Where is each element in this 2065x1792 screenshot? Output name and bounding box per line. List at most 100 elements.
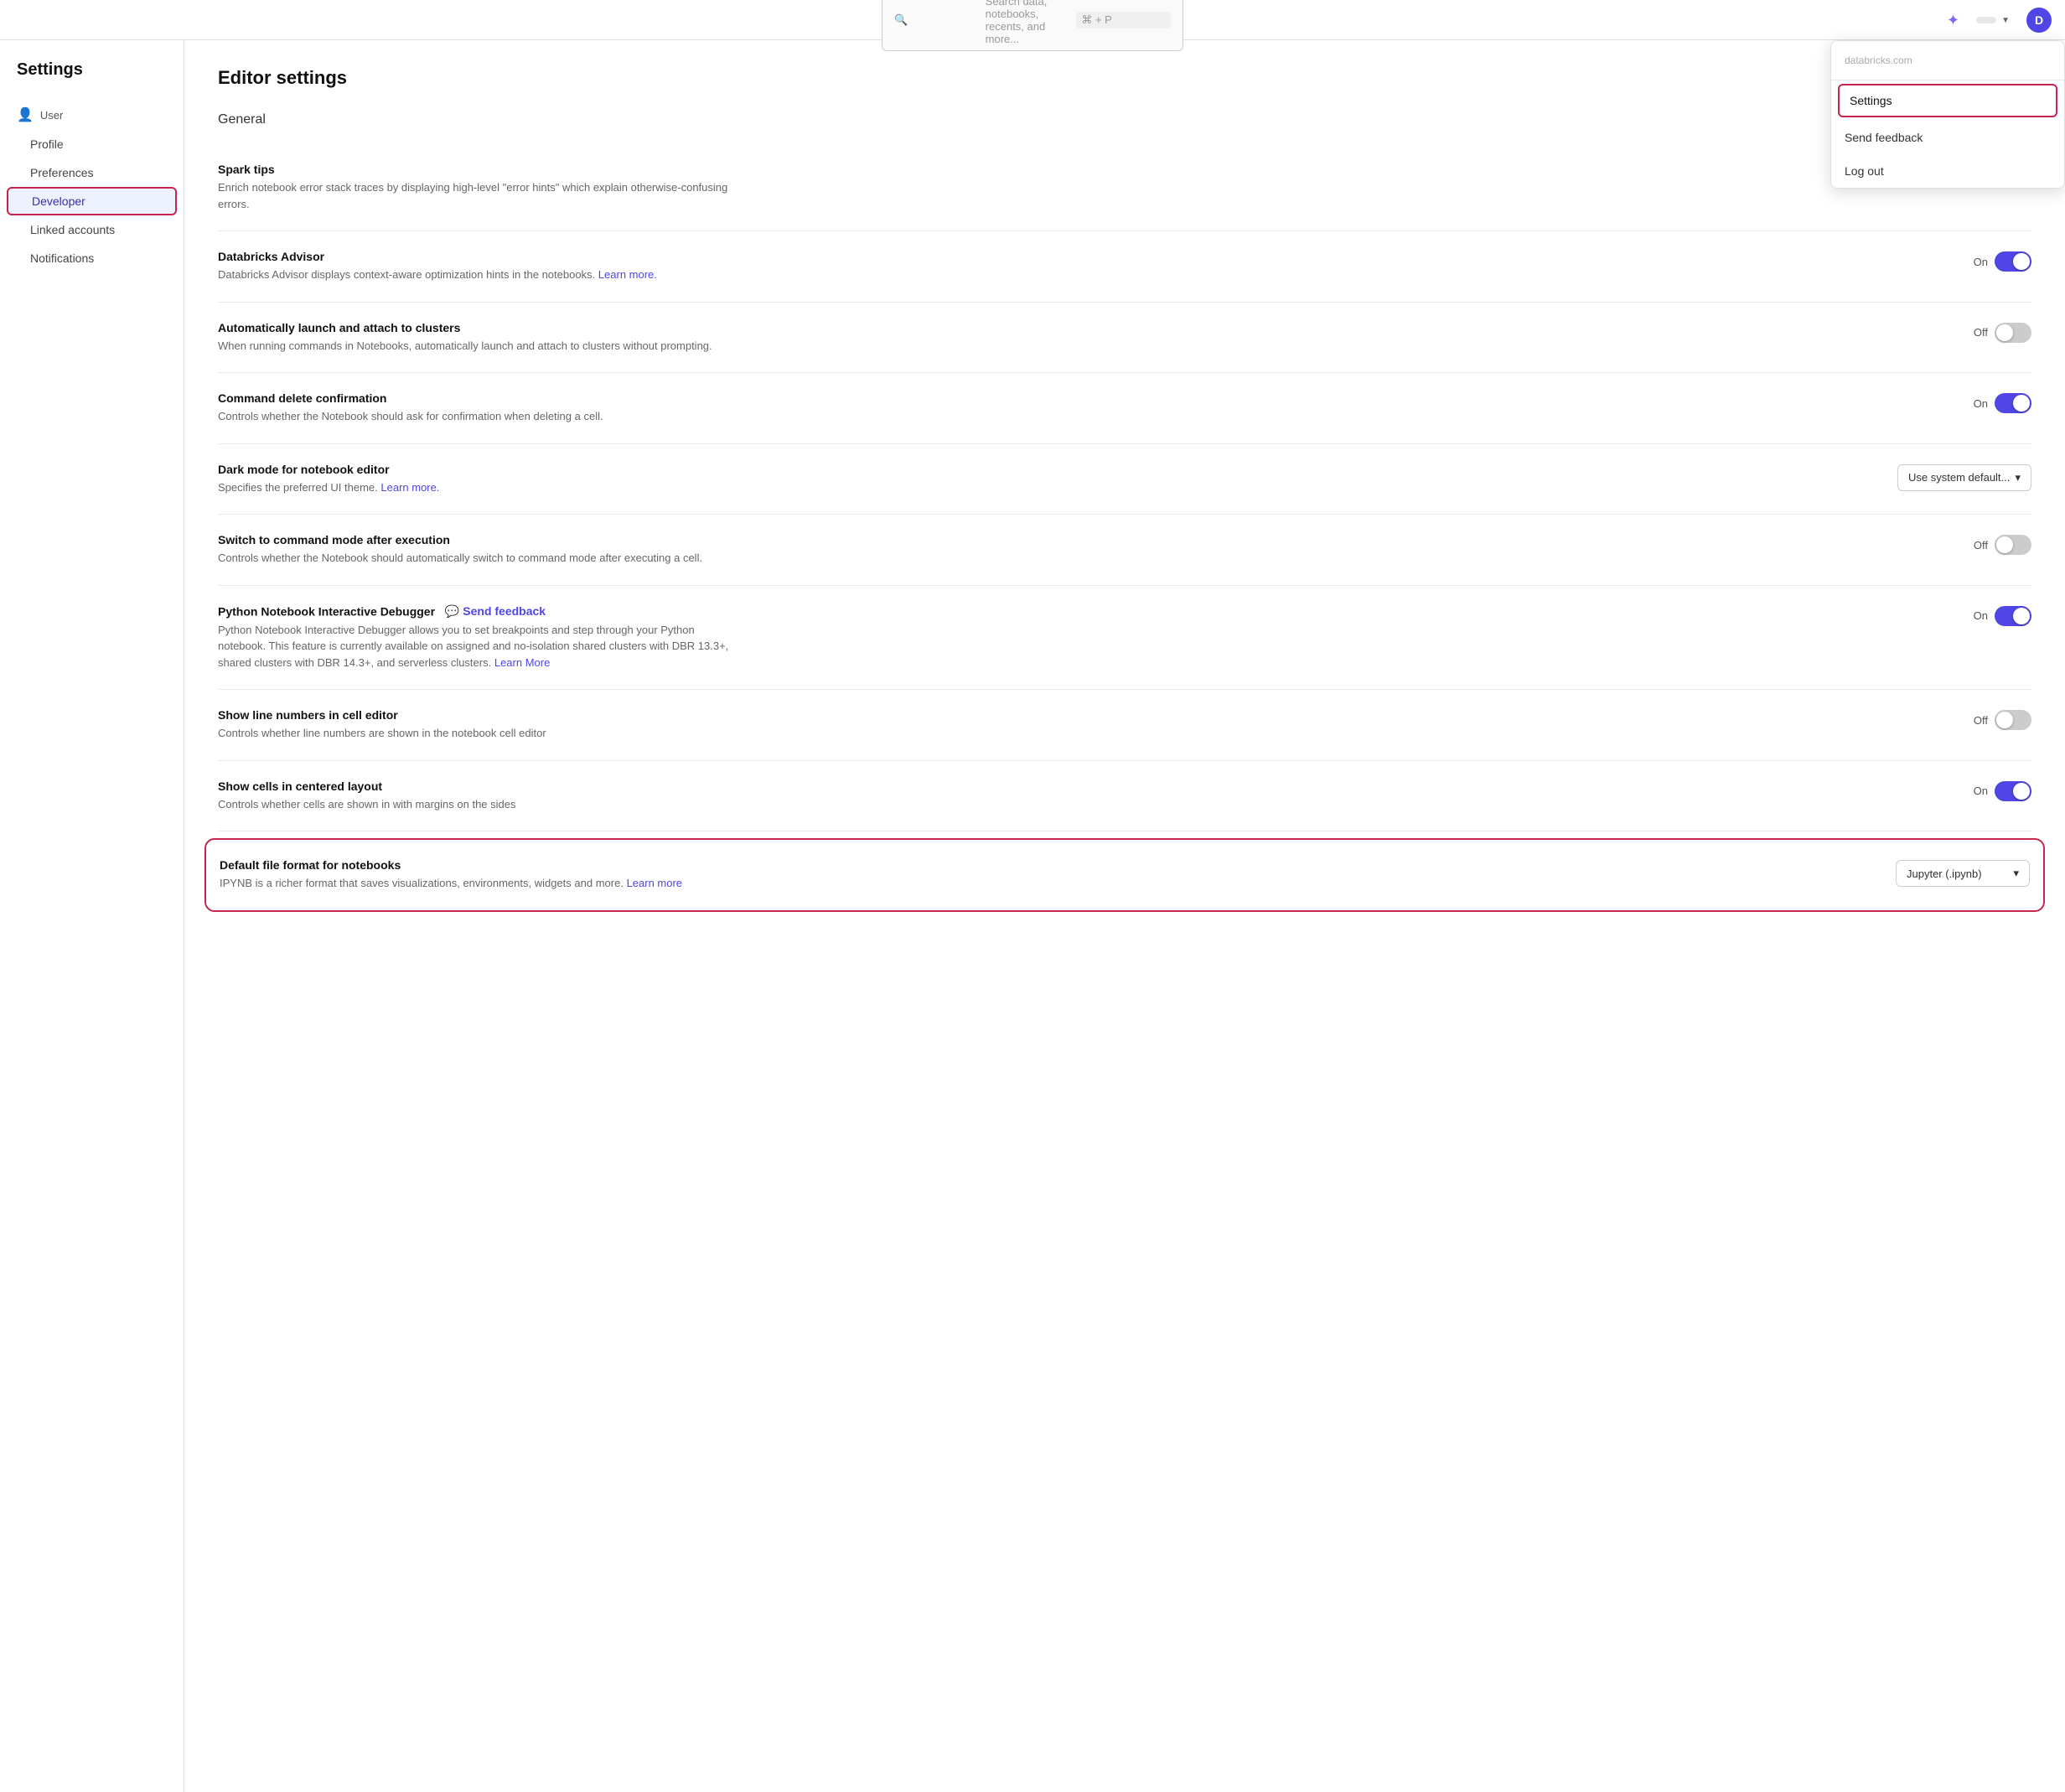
learn-more-link-advisor[interactable]: Learn more. bbox=[598, 268, 657, 281]
page-title: Editor settings bbox=[218, 67, 2031, 89]
settings-control-default-file-format: Jupyter (.ipynb) ▾ bbox=[1896, 858, 2030, 887]
settings-control-python-debugger: On bbox=[1974, 604, 2031, 626]
settings-label-line-numbers: Show line numbers in cell editor bbox=[218, 708, 738, 722]
dropdown-user-email: databricks.com bbox=[1845, 54, 2051, 66]
main-content: Editor settings General Spark tips Enric… bbox=[184, 40, 2065, 1792]
dropdown-user-section: databricks.com bbox=[1831, 41, 2064, 80]
search-icon: 🔍 bbox=[894, 13, 979, 27]
settings-desc-auto-launch: When running commands in Notebooks, auto… bbox=[218, 338, 738, 355]
settings-control-auto-launch: Off bbox=[1974, 321, 2031, 343]
user-name bbox=[1976, 17, 1996, 23]
file-format-select[interactable]: Jupyter (.ipynb) ▾ bbox=[1896, 860, 2030, 887]
dropdown-item-settings[interactable]: Settings bbox=[1838, 84, 2057, 117]
settings-row-default-file-format: Default file format for notebooks IPYNB … bbox=[204, 838, 2045, 912]
dark-mode-select[interactable]: Use system default... ▾ bbox=[1897, 464, 2031, 491]
section-title: General bbox=[218, 112, 2031, 127]
settings-control-centered-layout: On bbox=[1974, 779, 2031, 801]
toggle-switch-cmd[interactable] bbox=[1995, 535, 2031, 555]
settings-row-databricks-advisor: Databricks Advisor Databricks Advisor di… bbox=[218, 231, 2031, 303]
settings-label-databricks-advisor: Databricks Advisor bbox=[218, 250, 738, 263]
sidebar-user-row: 👤 User bbox=[0, 100, 184, 130]
settings-content-auto-launch: Automatically launch and attach to clust… bbox=[218, 321, 738, 355]
settings-desc-dark-mode: Specifies the preferred UI theme. Learn … bbox=[218, 479, 738, 496]
toggle-label-python-debugger: On bbox=[1974, 609, 1988, 622]
search-bar[interactable]: 🔍 Search data, notebooks, recents, and m… bbox=[882, 0, 1183, 51]
settings-content-centered-layout: Show cells in centered layout Controls w… bbox=[218, 779, 738, 813]
settings-control-line-numbers: Off bbox=[1974, 708, 2031, 730]
settings-control-switch-cmd: Off bbox=[1974, 533, 2031, 555]
search-shortcut: ⌘ + P bbox=[1076, 12, 1171, 28]
settings-content-dark-mode: Dark mode for notebook editor Specifies … bbox=[218, 463, 738, 496]
settings-desc-python-debugger: Python Notebook Interactive Debugger all… bbox=[218, 622, 738, 671]
learn-more-link-dark-mode[interactable]: Learn more. bbox=[380, 481, 439, 494]
settings-row-cmd-delete: Command delete confirmation Controls whe… bbox=[218, 373, 2031, 444]
settings-content-python-debugger: Python Notebook Interactive Debugger 💬 S… bbox=[218, 604, 738, 671]
settings-row-auto-launch: Automatically launch and attach to clust… bbox=[218, 303, 2031, 374]
settings-row-centered-layout: Show cells in centered layout Controls w… bbox=[218, 761, 2031, 832]
topbar-right: ✦ ▼ D bbox=[1947, 0, 2052, 40]
dropdown-item-send-feedback[interactable]: Send feedback bbox=[1831, 121, 2064, 154]
settings-desc-databricks-advisor: Databricks Advisor displays context-awar… bbox=[218, 267, 738, 283]
settings-label-cmd-delete: Command delete confirmation bbox=[218, 391, 738, 405]
sidebar-user-label: User bbox=[40, 109, 63, 122]
settings-desc-centered-layout: Controls whether cells are shown in with… bbox=[218, 796, 738, 813]
toggle-label-auto-launch: Off bbox=[1974, 326, 1988, 339]
chevron-down-file-format-icon: ▾ bbox=[2013, 867, 2019, 880]
settings-content-line-numbers: Show line numbers in cell editor Control… bbox=[218, 708, 738, 742]
learn-more-link-debugger[interactable]: Learn More bbox=[494, 656, 550, 669]
toggle-auto-launch[interactable] bbox=[1995, 323, 2031, 343]
topbar: 🔍 Search data, notebooks, recents, and m… bbox=[0, 0, 2065, 40]
settings-control-dark-mode: Use system default... ▾ bbox=[1897, 463, 2031, 491]
toggle-label-advisor: On bbox=[1974, 256, 1988, 268]
settings-control-databricks-advisor: On bbox=[1974, 250, 2031, 272]
user-icon: 👤 bbox=[17, 106, 34, 123]
search-placeholder: Search data, notebooks, recents, and mor… bbox=[986, 0, 1070, 45]
toggle-cmd-delete[interactable] bbox=[1995, 393, 2031, 413]
settings-content-switch-cmd: Switch to command mode after execution C… bbox=[218, 533, 738, 567]
sidebar-item-profile[interactable]: Profile bbox=[0, 130, 184, 158]
settings-row-switch-cmd: Switch to command mode after execution C… bbox=[218, 515, 2031, 586]
settings-desc-default-file-format: IPYNB is a richer format that saves visu… bbox=[220, 875, 739, 892]
toggle-label-line-numbers: Off bbox=[1974, 714, 1988, 727]
sidebar-title: Settings bbox=[0, 60, 184, 96]
toggle-centered-layout[interactable] bbox=[1995, 781, 2031, 801]
settings-label-spark-tips: Spark tips bbox=[218, 163, 738, 176]
settings-content-cmd-delete: Command delete confirmation Controls whe… bbox=[218, 391, 738, 425]
sidebar-section-user: 👤 User Profile Preferences Developer Lin… bbox=[0, 96, 184, 276]
spark-icon: ✦ bbox=[1947, 12, 1959, 29]
toggle-label-switch-cmd: Off bbox=[1974, 539, 1988, 552]
settings-row-dark-mode: Dark mode for notebook editor Specifies … bbox=[218, 444, 2031, 515]
settings-control-cmd-delete: On bbox=[1974, 391, 2031, 413]
settings-content-databricks-advisor: Databricks Advisor Databricks Advisor di… bbox=[218, 250, 738, 283]
settings-label-default-file-format: Default file format for notebooks bbox=[220, 858, 739, 872]
sidebar-item-notifications[interactable]: Notifications bbox=[0, 244, 184, 272]
learn-more-link-file-format[interactable]: Learn more bbox=[627, 877, 682, 889]
toggle-python-debugger[interactable] bbox=[1995, 606, 2031, 626]
settings-desc-line-numbers: Controls whether line numbers are shown … bbox=[218, 725, 738, 742]
settings-label-python-debugger: Python Notebook Interactive Debugger 💬 S… bbox=[218, 604, 738, 619]
sidebar-item-preferences[interactable]: Preferences bbox=[0, 158, 184, 187]
settings-desc-cmd-delete: Controls whether the Notebook should ask… bbox=[218, 408, 738, 425]
user-menu-trigger[interactable]: ▼ bbox=[1969, 13, 2016, 28]
python-debugger-feedback-link[interactable]: Send feedback bbox=[463, 604, 546, 618]
settings-label-dark-mode: Dark mode for notebook editor bbox=[218, 463, 738, 476]
settings-row-line-numbers: Show line numbers in cell editor Control… bbox=[218, 690, 2031, 761]
user-dropdown: databricks.com Settings Send feedback Lo… bbox=[1830, 40, 2065, 189]
settings-label-centered-layout: Show cells in centered layout bbox=[218, 779, 738, 793]
sidebar-item-linked-accounts[interactable]: Linked accounts bbox=[0, 215, 184, 244]
settings-desc-switch-cmd: Controls whether the Notebook should aut… bbox=[218, 550, 738, 567]
toggle-databricks-advisor[interactable] bbox=[1995, 251, 2031, 272]
toggle-line-numbers[interactable] bbox=[1995, 710, 2031, 730]
chevron-down-select-icon: ▾ bbox=[2015, 471, 2021, 484]
sidebar-item-developer[interactable]: Developer bbox=[7, 187, 177, 215]
toggle-label-cmd-delete: On bbox=[1974, 397, 1988, 410]
avatar[interactable]: D bbox=[2026, 8, 2052, 33]
dropdown-item-log-out[interactable]: Log out bbox=[1831, 154, 2064, 188]
settings-row-python-debugger: Python Notebook Interactive Debugger 💬 S… bbox=[218, 586, 2031, 691]
settings-row-spark-tips: Spark tips Enrich notebook error stack t… bbox=[218, 144, 2031, 231]
settings-label-switch-cmd: Switch to command mode after execution bbox=[218, 533, 738, 546]
chevron-down-icon: ▼ bbox=[2001, 16, 2010, 25]
feedback-bubble: 💬 Send feedback bbox=[438, 604, 546, 619]
chat-bubble-icon: 💬 bbox=[445, 604, 459, 619]
settings-content-default-file-format: Default file format for notebooks IPYNB … bbox=[220, 858, 739, 892]
